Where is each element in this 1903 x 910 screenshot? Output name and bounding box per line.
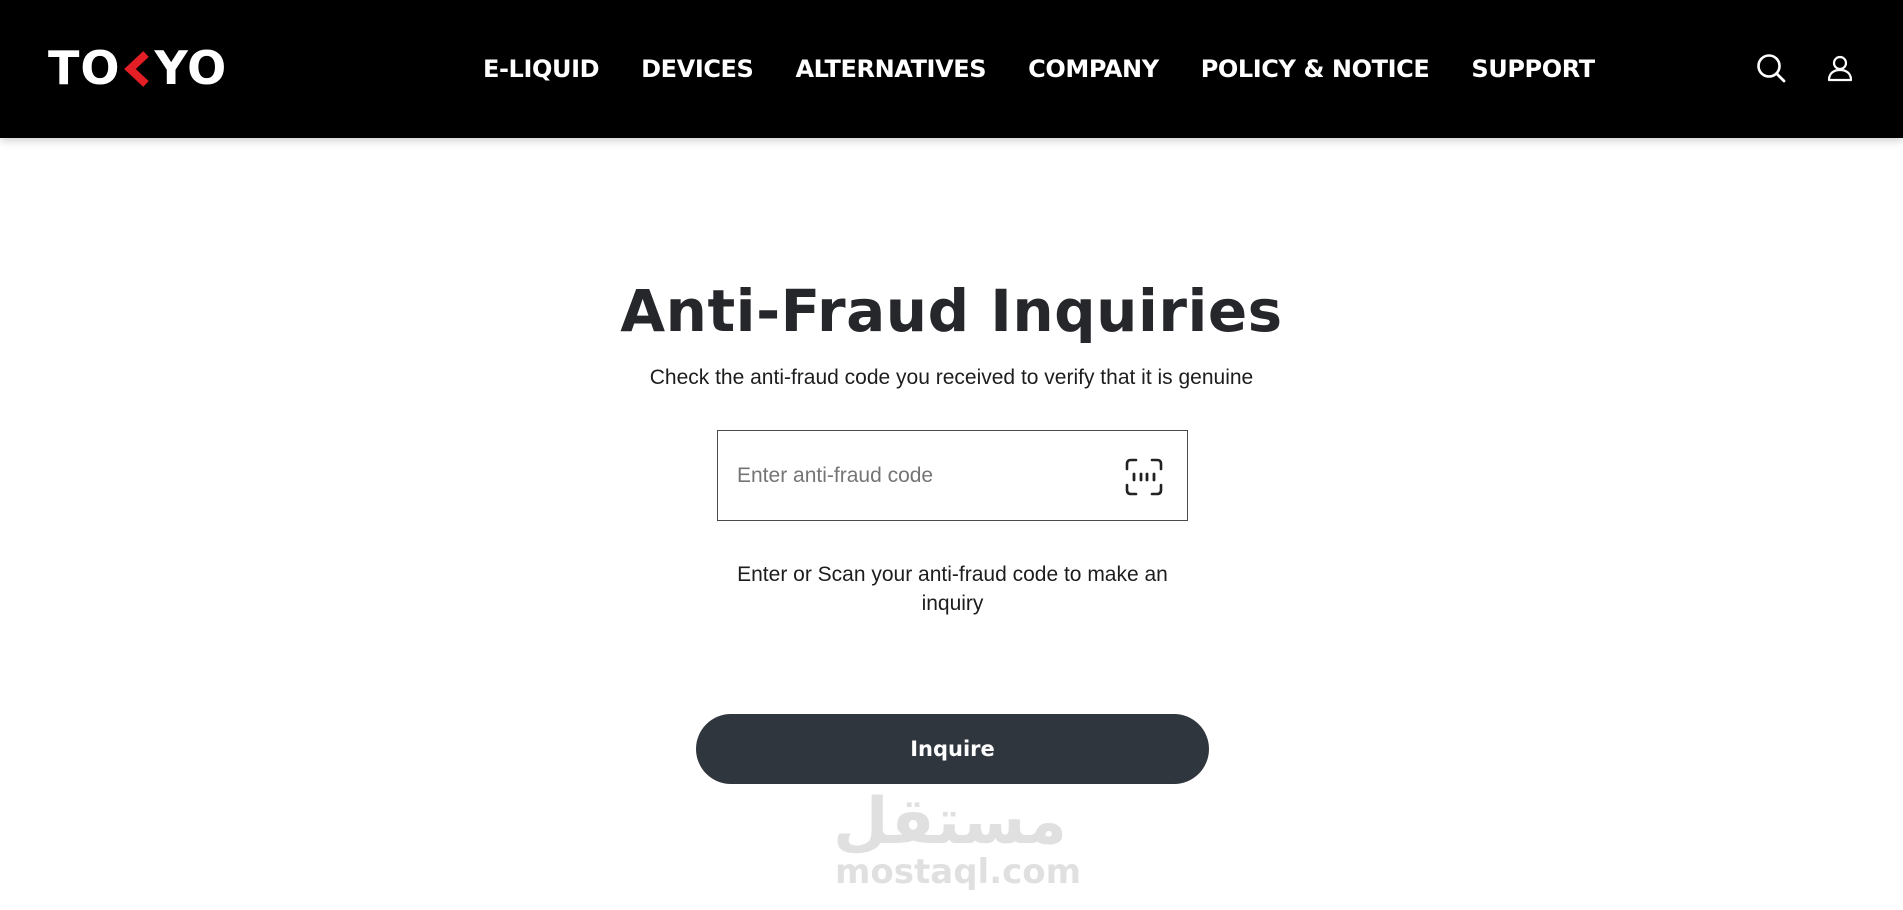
- nav-item-support[interactable]: SUPPORT: [1471, 52, 1595, 86]
- tokyo-logo[interactable]: TO YO: [48, 41, 228, 95]
- page-subtitle: Check the anti-fraud code you received t…: [649, 366, 1254, 389]
- logo-text-right: YO: [154, 41, 228, 95]
- code-input-container: [717, 430, 1188, 521]
- search-icon[interactable]: [1755, 52, 1787, 84]
- anti-fraud-code-input[interactable]: [737, 457, 1097, 495]
- scan-icon[interactable]: [1125, 458, 1163, 496]
- page-title: Anti-Fraud Inquiries: [620, 277, 1283, 345]
- logo-text-left: TO: [48, 41, 121, 95]
- main-nav: E-LIQUID DEVICES ALTERNATIVES COMPANY PO…: [483, 52, 1595, 86]
- nav-item-policy-notice[interactable]: POLICY & NOTICE: [1201, 52, 1430, 86]
- logo-chevron-icon: [122, 48, 152, 88]
- nav-item-devices[interactable]: DEVICES: [641, 52, 754, 86]
- nav-item-e-liquid[interactable]: E-LIQUID: [483, 52, 600, 86]
- user-icon[interactable]: [1826, 54, 1854, 82]
- mostaql-watermark: مستقل mostaql.com: [832, 785, 1082, 896]
- watermark-arabic: مستقل: [832, 785, 1067, 859]
- site-header: TO YO E-LIQUID DEVICES ALTERNATIVES COMP…: [0, 0, 1903, 138]
- watermark-latin: mostaql.com: [835, 852, 1082, 892]
- inquire-button[interactable]: Inquire: [696, 714, 1209, 784]
- nav-item-company[interactable]: COMPANY: [1028, 52, 1159, 86]
- helper-text: Enter or Scan your anti-fraud code to ma…: [737, 563, 1168, 615]
- nav-item-alternatives[interactable]: ALTERNATIVES: [795, 52, 986, 86]
